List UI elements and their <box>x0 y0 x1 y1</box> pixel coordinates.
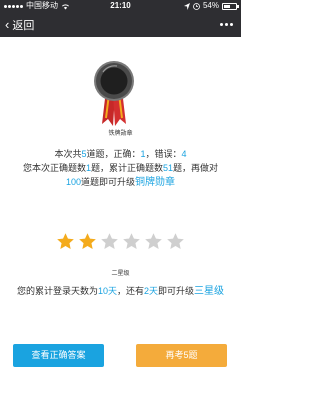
medal-name: 铁牌勋章 <box>108 131 133 137</box>
star-empty-icon <box>101 233 118 249</box>
more-dot-icon <box>230 23 233 26</box>
star-empty-icon <box>123 233 140 249</box>
next-medal-name: 铜牌勋章 <box>135 177 176 188</box>
next-star-level: 三星级 <box>194 286 225 297</box>
wrong-count: 4 <box>181 149 187 159</box>
retake-quiz-button[interactable]: 再考5题 <box>136 344 227 367</box>
cumulative-correct-count: 51 <box>163 163 174 173</box>
summary-line-1: 本次共5道题，正确：1，错误：4 <box>54 149 187 159</box>
status-right: 54% <box>183 0 239 12</box>
summary-line-2: 您本次正确题数1题，累计正确题数51题，再做对 <box>22 163 219 173</box>
battery-percent: 54% <box>202 1 219 10</box>
medal-icon <box>94 61 134 126</box>
more-menu-button[interactable] <box>220 12 233 37</box>
login-days-info: 您的累计登录天数为10天，还有2天即可升级三星级 <box>16 286 225 297</box>
location-icon <box>183 2 190 10</box>
battery-icon <box>222 2 239 10</box>
star-filled-icon <box>79 233 96 249</box>
chevron-left-icon: ‹ <box>5 17 10 32</box>
star-rating <box>56 232 185 251</box>
clock-icon <box>193 2 200 10</box>
needed-count: 100 <box>65 177 81 187</box>
more-dot-icon <box>225 23 228 26</box>
view-answers-button[interactable]: 查看正确答案 <box>13 344 104 367</box>
status-bar: 中国移动 21:10 54% <box>0 0 241 12</box>
nav-bar: ‹ 返回 <box>0 12 241 37</box>
back-button[interactable]: ‹ 返回 <box>5 12 34 37</box>
summary-line-3: 100道题即可升级铜牌勋章 <box>65 177 176 188</box>
quiz-summary: 本次共5道题，正确：1，错误：4 您本次正确题数1题，累计正确题数51题，再做对… <box>0 147 241 190</box>
star-empty-icon <box>167 233 184 249</box>
back-label: 返回 <box>12 19 35 32</box>
star-level-label: 二星级 <box>111 271 130 277</box>
star-empty-icon <box>145 233 162 249</box>
login-days: 10天 <box>97 286 117 296</box>
remaining-days: 2天 <box>144 286 159 296</box>
star-filled-icon <box>57 233 74 249</box>
more-dot-icon <box>220 23 223 26</box>
